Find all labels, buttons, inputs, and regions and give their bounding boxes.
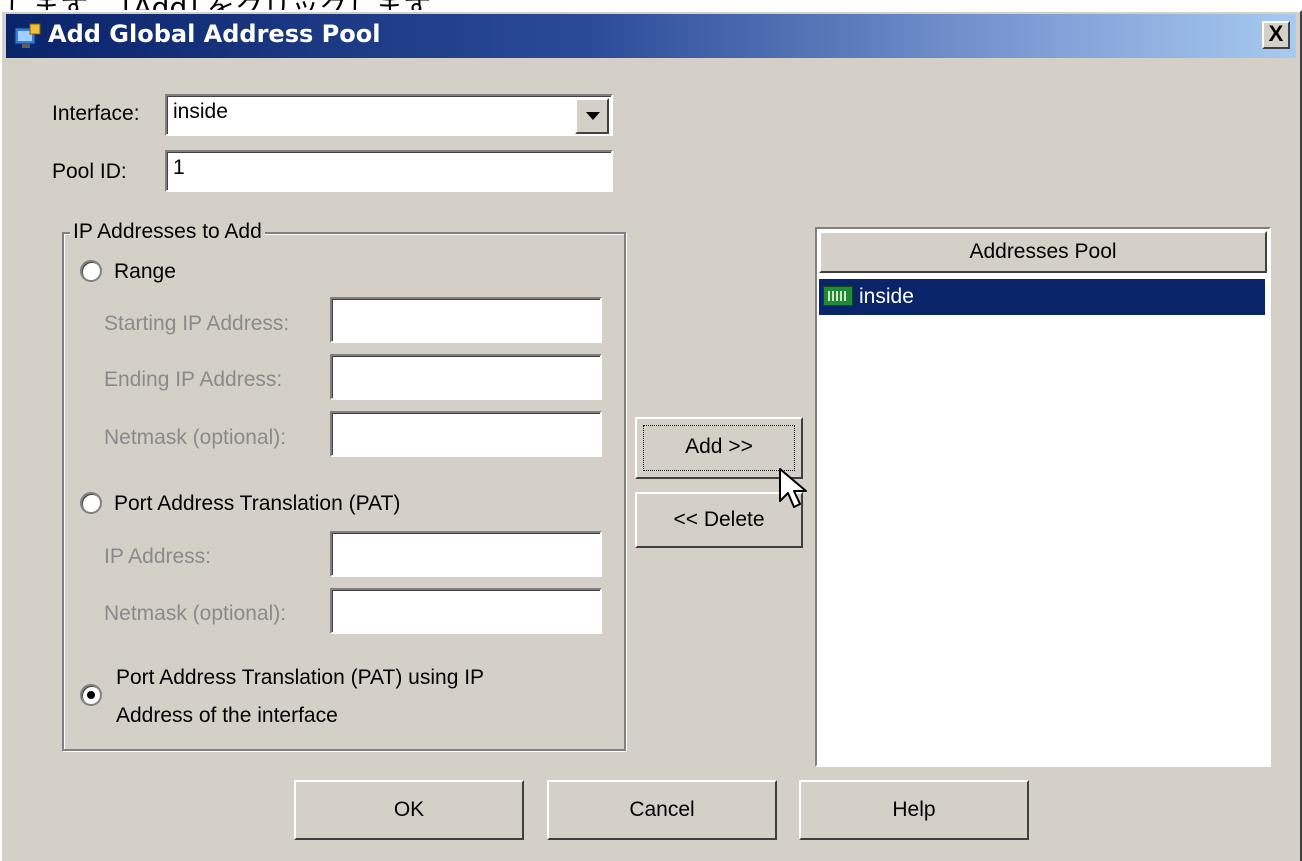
pat-netmask-label: Netmask (optional):	[104, 602, 287, 625]
title-bar[interactable]: Add Global Address Pool X	[6, 14, 1296, 58]
pat-netmask-input[interactable]	[330, 588, 602, 634]
range-radio[interactable]	[80, 260, 102, 282]
range-netmask-label: Netmask (optional):	[104, 426, 287, 449]
list-item-label: inside	[859, 285, 914, 308]
ok-button-label: OK	[393, 798, 425, 821]
interface-label: Interface:	[52, 102, 140, 125]
interface-icon	[823, 286, 853, 306]
help-button-label: Help	[892, 798, 936, 821]
ip-addresses-group-legend: IP Addresses to Add	[70, 220, 265, 244]
list-item[interactable]: inside	[819, 279, 1265, 315]
interface-select[interactable]: inside	[165, 94, 613, 136]
ending-ip-input[interactable]	[330, 354, 602, 400]
help-button[interactable]: Help	[799, 780, 1029, 840]
dialog-title: Add Global Address Pool	[48, 20, 381, 48]
addresses-pool-header[interactable]: Addresses Pool	[819, 231, 1267, 273]
pat-ip-label: IP Address:	[104, 545, 212, 568]
radio-selected-dot	[87, 691, 95, 699]
pat-ip-input[interactable]	[330, 531, 602, 577]
pat-label: Port Address Translation (PAT)	[114, 492, 401, 515]
pool-id-label: Pool ID:	[52, 160, 127, 183]
range-netmask-input[interactable]	[330, 411, 602, 457]
cancel-button-label: Cancel	[629, 798, 695, 821]
cancel-button[interactable]: Cancel	[547, 780, 777, 840]
network-icon	[14, 23, 41, 48]
add-global-address-pool-dialog: Add Global Address Pool X Interface: ins…	[0, 10, 1302, 861]
pat-radio[interactable]	[80, 492, 102, 514]
delete-button-label: << Delete	[673, 508, 765, 531]
chevron-down-icon	[586, 112, 600, 120]
range-label: Range	[114, 260, 176, 283]
pool-id-input[interactable]: 1	[165, 150, 613, 192]
interface-dropdown-button[interactable]	[575, 98, 609, 134]
starting-ip-input[interactable]	[330, 297, 602, 343]
mouse-cursor-icon	[779, 468, 807, 508]
pat-interface-label-line2: Address of the interface	[116, 704, 338, 727]
pool-id-value: 1	[173, 156, 185, 179]
interface-select-value: inside	[173, 100, 228, 123]
pat-interface-radio[interactable]	[80, 684, 102, 706]
add-button-label: Add >>	[685, 435, 753, 458]
ending-ip-label: Ending IP Address:	[104, 368, 283, 391]
addresses-pool-list[interactable]: Addresses Pool inside	[815, 227, 1271, 767]
ok-button[interactable]: OK	[294, 780, 524, 840]
pat-interface-label-line1: Port Address Translation (PAT) using IP	[116, 666, 485, 689]
close-button[interactable]: X	[1262, 21, 1290, 49]
starting-ip-label: Starting IP Address:	[104, 312, 290, 335]
